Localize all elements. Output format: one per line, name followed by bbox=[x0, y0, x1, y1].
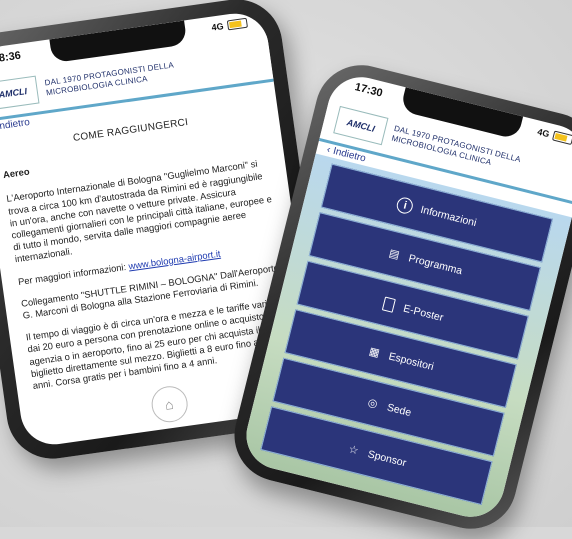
location-pin-icon: ◎ bbox=[366, 396, 379, 411]
menu-label: Sponsor bbox=[366, 447, 408, 469]
network-label: 4G bbox=[210, 21, 225, 33]
status-time: 17:30 bbox=[353, 81, 384, 100]
chevron-left-icon: ‹ bbox=[325, 144, 332, 156]
airport-link[interactable]: www.bologna-airport.it bbox=[128, 247, 221, 271]
document-icon: ▤ bbox=[387, 247, 401, 262]
star-icon: ☆ bbox=[347, 443, 360, 458]
battery-icon bbox=[226, 17, 248, 31]
menu-label: Informazioni bbox=[419, 203, 478, 229]
network-label: 4G bbox=[536, 126, 551, 140]
info-icon: i bbox=[395, 195, 415, 215]
menu-label: Sede bbox=[385, 401, 413, 419]
status-time: 18:36 bbox=[0, 49, 22, 66]
back-button[interactable]: ‹ Indietro bbox=[0, 117, 31, 133]
back-label: Indietro bbox=[0, 116, 31, 133]
home-icon[interactable]: ⌂ bbox=[148, 383, 190, 425]
tablet-icon bbox=[381, 296, 398, 313]
battery-icon bbox=[551, 130, 572, 146]
menu-label: Espositori bbox=[387, 349, 436, 373]
header-tagline: Dal 1970 protagonisti della microbiologi… bbox=[44, 60, 176, 98]
menu-label: E-Poster bbox=[402, 301, 445, 324]
exhibitor-icon: ▦ bbox=[367, 345, 381, 360]
menu-label: Programma bbox=[407, 251, 464, 277]
amcli-logo: AMCLI bbox=[0, 75, 40, 111]
info-prefix: Per maggiori informazioni: bbox=[17, 260, 130, 287]
amcli-logo: AMCLI bbox=[333, 105, 389, 146]
